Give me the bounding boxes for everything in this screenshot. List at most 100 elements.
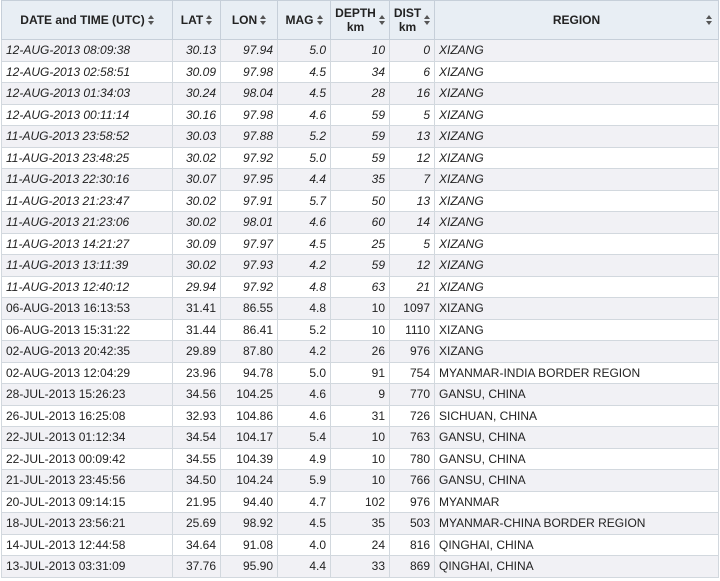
cell-depth: 25 xyxy=(330,232,390,255)
cell-mag: 4.8 xyxy=(277,275,331,298)
cell-mag: 4.8 xyxy=(277,297,331,320)
cell-region: QINGHAI, CHINA xyxy=(434,555,719,578)
cell-lat: 30.02 xyxy=(172,189,221,212)
sort-up-down-icon[interactable] xyxy=(424,13,431,27)
cell-region: QINGHAI, CHINA xyxy=(434,533,719,556)
sort-up-down-icon[interactable] xyxy=(147,13,154,27)
cell-lon: 94.40 xyxy=(220,490,278,513)
cell-dist: 770 xyxy=(389,383,435,406)
cell-datetime: 11-AUG-2013 13:11:39 xyxy=(1,254,173,277)
column-header-region[interactable]: REGION xyxy=(434,0,719,40)
table-row[interactable]: 02-AUG-2013 12:04:29 23.96 94.78 5.0 91 754 MY… xyxy=(1,361,719,384)
cell-depth: 33 xyxy=(330,555,390,578)
cell-depth: 59 xyxy=(330,146,390,169)
cell-lat: 31.44 xyxy=(172,318,221,341)
cell-region: XIZANG xyxy=(434,297,719,320)
cell-depth: 59 xyxy=(330,103,390,126)
cell-datetime: 02-AUG-2013 20:42:35 xyxy=(1,340,173,363)
cell-datetime: 18-JUL-2013 23:56:21 xyxy=(1,512,173,535)
cell-datetime: 11-AUG-2013 14:21:27 xyxy=(1,232,173,255)
cell-datetime: 11-AUG-2013 23:58:52 xyxy=(1,125,173,148)
cell-lat: 29.94 xyxy=(172,275,221,298)
table-row[interactable]: 11-AUG-2013 12:40:12 29.94 97.92 4.8 63 21 XIZ… xyxy=(1,275,719,298)
cell-dist: 780 xyxy=(389,447,435,470)
table-row[interactable]: 18-JUL-2013 23:56:21 25.69 98.92 4.5 35 503 MY… xyxy=(1,512,719,535)
table-row[interactable]: 14-JUL-2013 12:44:58 34.64 91.08 4.0 24 816 QI… xyxy=(1,533,719,556)
cell-region: SICHUAN, CHINA xyxy=(434,404,719,427)
earthquake-table: DATE and TIME (UTC) LAT LON MAG DEPTH km… xyxy=(1,0,719,578)
cell-lon: 97.93 xyxy=(220,254,278,277)
table-row[interactable]: 11-AUG-2013 22:30:16 30.07 97.95 4.4 35 7 XIZA… xyxy=(1,168,719,191)
cell-mag: 4.4 xyxy=(277,168,331,191)
table-row[interactable]: 21-JUL-2013 23:45:56 34.50 104.24 5.9 10 766 G… xyxy=(1,469,719,492)
sort-up-down-icon[interactable] xyxy=(706,13,712,27)
column-header-datetime[interactable]: DATE and TIME (UTC) xyxy=(1,0,173,40)
column-header-label: DIST xyxy=(393,6,422,20)
table-row[interactable]: 12-AUG-2013 08:09:38 30.13 97.94 5.0 10 0 XIZA… xyxy=(1,39,719,62)
table-row[interactable]: 20-JUL-2013 09:14:15 21.95 94.40 4.7 102 976 M… xyxy=(1,490,719,513)
table-row[interactable]: 02-AUG-2013 20:42:35 29.89 87.80 4.2 26 976 XI… xyxy=(1,340,719,363)
column-header-dist[interactable]: DIST km xyxy=(389,0,435,40)
cell-lat: 34.54 xyxy=(172,426,221,449)
sort-up-down-icon[interactable] xyxy=(206,13,213,27)
cell-region: MYANMAR xyxy=(434,490,719,513)
cell-lat: 30.16 xyxy=(172,103,221,126)
cell-mag: 5.0 xyxy=(277,361,331,384)
table-row[interactable]: 22-JUL-2013 01:12:34 34.54 104.17 5.4 10 763 G… xyxy=(1,426,719,449)
table-row[interactable]: 11-AUG-2013 14:21:27 30.09 97.97 4.5 25 5 XIZA… xyxy=(1,232,719,255)
column-header-lon[interactable]: LON xyxy=(220,0,278,40)
cell-datetime: 12-AUG-2013 02:58:51 xyxy=(1,60,173,83)
cell-region: XIZANG xyxy=(434,189,719,212)
cell-dist: 1097 xyxy=(389,297,435,320)
cell-lat: 29.89 xyxy=(172,340,221,363)
sort-up-down-icon[interactable] xyxy=(378,13,385,27)
cell-mag: 5.7 xyxy=(277,189,331,212)
table-row[interactable]: 22-JUL-2013 00:09:42 34.55 104.39 4.9 10 780 G… xyxy=(1,447,719,470)
cell-lon: 98.01 xyxy=(220,211,278,234)
cell-mag: 5.4 xyxy=(277,426,331,449)
cell-mag: 5.0 xyxy=(277,146,331,169)
cell-region: GANSU, CHINA xyxy=(434,383,719,406)
cell-lon: 95.90 xyxy=(220,555,278,578)
cell-region: XIZANG xyxy=(434,318,719,341)
cell-depth: 10 xyxy=(330,318,390,341)
table-row[interactable]: 11-AUG-2013 21:23:47 30.02 97.91 5.7 50 13 XIZ… xyxy=(1,189,719,212)
table-row[interactable]: 28-JUL-2013 15:26:23 34.56 104.25 4.6 9 770 GA… xyxy=(1,383,719,406)
cell-datetime: 12-AUG-2013 01:34:03 xyxy=(1,82,173,105)
cell-lat: 30.09 xyxy=(172,60,221,83)
column-header-label: DATE and TIME (UTC) xyxy=(20,13,145,27)
table-row[interactable]: 06-AUG-2013 16:13:53 31.41 86.55 4.8 10 1097 X… xyxy=(1,297,719,320)
table-row[interactable]: 11-AUG-2013 13:11:39 30.02 97.93 4.2 59 12 XIZ… xyxy=(1,254,719,277)
column-header-lat[interactable]: LAT xyxy=(172,0,221,40)
cell-mag: 5.2 xyxy=(277,125,331,148)
table-row[interactable]: 12-AUG-2013 01:34:03 30.24 98.04 4.5 28 16 XIZ… xyxy=(1,82,719,105)
cell-lon: 97.94 xyxy=(220,39,278,62)
cell-dist: 976 xyxy=(389,490,435,513)
cell-region: XIZANG xyxy=(434,275,719,298)
column-header-depth[interactable]: DEPTH km xyxy=(330,0,390,40)
table-row[interactable]: 11-AUG-2013 23:58:52 30.03 97.88 5.2 59 13 XIZ… xyxy=(1,125,719,148)
table-row[interactable]: 11-AUG-2013 23:48:25 30.02 97.92 5.0 59 12 XIZ… xyxy=(1,146,719,169)
cell-dist: 12 xyxy=(389,254,435,277)
table-row[interactable]: 06-AUG-2013 15:31:22 31.44 86.41 5.2 10 1110 X… xyxy=(1,318,719,341)
cell-lon: 104.24 xyxy=(220,469,278,492)
cell-mag: 4.7 xyxy=(277,490,331,513)
cell-datetime: 14-JUL-2013 12:44:58 xyxy=(1,533,173,556)
column-header-mag[interactable]: MAG xyxy=(277,0,331,40)
table-row[interactable]: 12-AUG-2013 00:11:14 30.16 97.98 4.6 59 5 XIZA… xyxy=(1,103,719,126)
cell-datetime: 21-JUL-2013 23:45:56 xyxy=(1,469,173,492)
cell-depth: 10 xyxy=(330,426,390,449)
cell-dist: 766 xyxy=(389,469,435,492)
cell-datetime: 11-AUG-2013 23:48:25 xyxy=(1,146,173,169)
table-row[interactable]: 13-JUL-2013 03:31:09 37.76 95.90 4.4 33 869 QI… xyxy=(1,555,719,578)
sort-up-down-icon[interactable] xyxy=(260,13,267,27)
cell-datetime: 11-AUG-2013 21:23:47 xyxy=(1,189,173,212)
sort-up-down-icon[interactable] xyxy=(316,13,323,27)
table-row[interactable]: 26-JUL-2013 16:25:08 32.93 104.86 4.6 31 726 S… xyxy=(1,404,719,427)
cell-lon: 104.86 xyxy=(220,404,278,427)
table-row[interactable]: 11-AUG-2013 21:23:06 30.02 98.01 4.6 60 14 XIZ… xyxy=(1,211,719,234)
cell-dist: 13 xyxy=(389,189,435,212)
table-row[interactable]: 12-AUG-2013 02:58:51 30.09 97.98 4.5 34 6 XIZA… xyxy=(1,60,719,83)
cell-depth: 31 xyxy=(330,404,390,427)
cell-lat: 37.76 xyxy=(172,555,221,578)
